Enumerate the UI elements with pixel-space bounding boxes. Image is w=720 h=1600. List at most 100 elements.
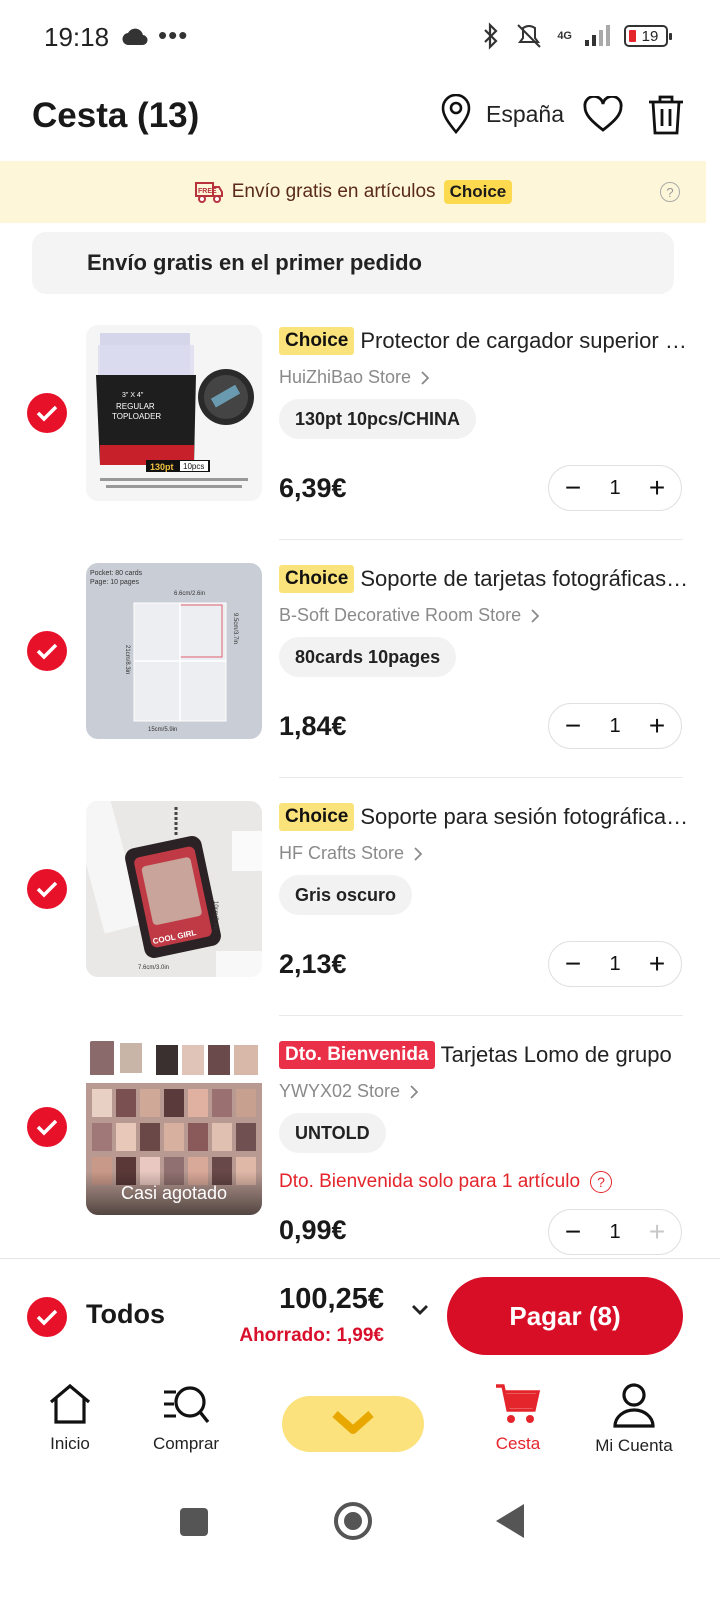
product-image[interactable]: Pocket: 80 cards Page: 10 pages 6.6cm/2.… (86, 563, 262, 739)
free-badge-text: FREE (198, 188, 217, 195)
status-time: 19:18 (44, 22, 110, 52)
decrease-quantity-button[interactable]: − (561, 950, 585, 978)
store-name: YWYX02 Store (279, 1081, 401, 1101)
bluetooth-icon (484, 22, 498, 50)
cart-item: Casi agotado Dto. Bienvenida Tarjetas Lo… (0, 1039, 720, 1257)
thumb-width-text: 6.6cm/2.6in (174, 591, 205, 597)
cart-total: 100,25€ (279, 1283, 384, 1315)
decrease-quantity-button[interactable]: − (561, 1218, 585, 1246)
system-navigation-bar (0, 1490, 720, 1560)
battery-icon: 19 (624, 25, 672, 47)
thumb-width-text: 7.6cm/3.0in (138, 965, 169, 971)
tab-mi-cuenta[interactable]: Mi Cuenta (574, 1382, 694, 1456)
help-icon[interactable]: ? (660, 182, 680, 202)
product-title-row[interactable]: Choice Protector de cargador superior pa… (279, 325, 689, 357)
store-link[interactable]: YWYX02 Store (279, 1081, 419, 1102)
item-price: 0,99€ (279, 1215, 347, 1245)
quantity-value[interactable]: 1 (609, 1221, 620, 1244)
increase-quantity-button[interactable]: + (645, 712, 669, 740)
almost-sold-out-overlay: Casi agotado (86, 1171, 262, 1215)
cart-header: Cesta (13) España (0, 84, 720, 148)
back-button[interactable] (496, 1504, 524, 1538)
product-title-row[interactable]: Choice Soporte de tarjetas fotográficas … (279, 563, 689, 595)
product-image[interactable]: COOL GIRL 7.6cm/3.0in 10cm/3.9in (86, 801, 262, 977)
chevron-down-icon[interactable] (410, 1303, 430, 1317)
quantity-stepper: − 1 + (548, 941, 682, 987)
free-delivery-truck-icon: FREE (194, 182, 223, 203)
free-shipping-choice-banner[interactable]: FREE Envío gratis en artículos Choice ? (0, 161, 706, 223)
battery-level: 19 (641, 27, 659, 45)
location-pin-icon (441, 94, 471, 134)
product-name: Protector de cargador superior para tarj… (360, 328, 689, 353)
variant-selector[interactable]: UNTOLD (279, 1113, 386, 1153)
location-selector[interactable]: España (440, 94, 564, 134)
home-button[interactable] (334, 1502, 372, 1540)
location-label: España (486, 100, 565, 127)
cart-item: COOL GIRL 7.6cm/3.0in 10cm/3.9in Choice … (0, 801, 720, 1039)
promo-center-button[interactable] (282, 1396, 424, 1452)
network-type: 4G (557, 30, 572, 42)
pay-button[interactable]: Pagar (8) (447, 1277, 683, 1355)
tab-label: Comprar (152, 1434, 220, 1453)
item-price: 6,39€ (279, 473, 347, 503)
item-checkbox[interactable] (27, 631, 67, 671)
product-name: Soporte para sesión fotográfica de tarje… (360, 804, 689, 829)
select-all-checkbox[interactable] (27, 1297, 67, 1337)
help-icon[interactable]: ? (590, 1171, 613, 1193)
status-bar: 19:18 ••• 4G 19 (0, 0, 720, 76)
select-all-label[interactable]: Todos (86, 1299, 165, 1330)
recent-apps-button[interactable] (180, 1508, 208, 1536)
product-title-row[interactable]: Dto. Bienvenida Tarjetas Lomo de grupo (279, 1039, 689, 1071)
page-title: Cesta (13) (32, 96, 200, 135)
item-checkbox[interactable] (27, 869, 67, 909)
vibrate-off-icon (517, 24, 542, 48)
choice-tag: Choice (279, 327, 355, 355)
quantity-value[interactable]: 1 (609, 477, 620, 500)
store-link[interactable]: HuiZhiBao Store (279, 367, 430, 388)
increase-quantity-button[interactable]: + (645, 950, 669, 978)
store-name: HuiZhiBao Store (279, 367, 412, 387)
tab-cesta[interactable]: Cesta (458, 1382, 578, 1454)
search-list-icon (164, 1386, 210, 1424)
thumb-page-height-text: 21cm/8.3in (124, 645, 130, 674)
product-title-row[interactable]: Choice Soporte para sesión fotográfica d… (279, 801, 689, 833)
quantity-value[interactable]: 1 (609, 715, 620, 738)
increase-quantity-button[interactable]: + (645, 1218, 669, 1246)
heart-icon[interactable] (582, 96, 624, 134)
decrease-quantity-button[interactable]: − (561, 712, 585, 740)
item-checkbox[interactable] (27, 1107, 67, 1147)
variant-selector[interactable]: 80cards 10pages (279, 637, 457, 677)
product-name: Tarjetas Lomo de grupo (440, 1042, 672, 1067)
tab-inicio[interactable]: Inicio (10, 1382, 130, 1454)
store-link[interactable]: HF Crafts Store (279, 843, 423, 864)
variant-selector[interactable]: 130pt 10pcs/CHINA (279, 399, 477, 439)
tab-comprar[interactable]: Comprar (126, 1382, 246, 1454)
saved-amount: Ahorrado: 1,99€ (239, 1325, 384, 1346)
choice-tag: Choice (279, 803, 355, 831)
increase-quantity-button[interactable]: + (645, 474, 669, 502)
quantity-stepper: − 1 + (548, 1209, 682, 1255)
item-price: 1,84€ (279, 711, 347, 741)
store-link[interactable]: B-Soft Decorative Room Store (279, 605, 540, 626)
product-name: Soporte de tarjetas fotográficas para ál… (360, 566, 689, 591)
item-price: 2,13€ (279, 949, 347, 979)
chevron-down-icon (332, 1411, 374, 1434)
account-icon (613, 1383, 655, 1428)
product-image[interactable]: Casi agotado (86, 1039, 262, 1215)
divider (279, 777, 683, 778)
quantity-value[interactable]: 1 (609, 953, 620, 976)
decrease-quantity-button[interactable]: − (561, 474, 585, 502)
variant-selector[interactable]: Gris oscuro (279, 875, 413, 915)
network-4g-icon: 4G (557, 30, 572, 42)
choice-tag: Choice (279, 565, 355, 593)
quantity-stepper: − 1 + (548, 465, 682, 511)
choice-tag: Choice (443, 180, 513, 204)
tab-label: Mi Cuenta (595, 1436, 673, 1455)
bottom-tab-bar: Inicio Comprar Cesta Mi Cuenta (0, 1372, 720, 1472)
trash-icon[interactable] (646, 94, 686, 136)
product-image[interactable]: 3" X 4" REGULAR TOPLOADER 130pt 10pcs (86, 325, 262, 501)
cart-item: Pocket: 80 cards Page: 10 pages 6.6cm/2.… (0, 563, 720, 801)
home-icon (49, 1383, 91, 1424)
divider (279, 1015, 683, 1016)
item-checkbox[interactable] (27, 393, 67, 433)
